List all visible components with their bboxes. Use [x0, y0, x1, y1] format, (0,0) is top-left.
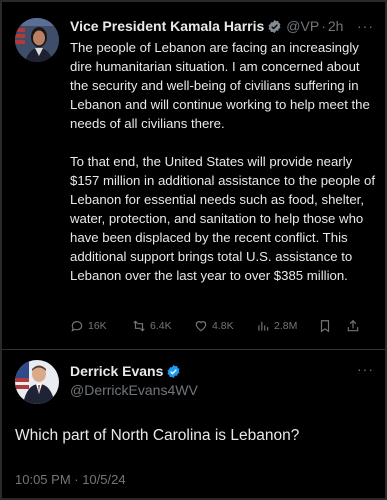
share-icon	[347, 319, 359, 332]
heart-icon	[195, 321, 207, 332]
tweet1-header: Vice President Kamala Harris @VP · 2h	[70, 18, 343, 34]
tweet2-header: Derrick Evans	[70, 363, 185, 379]
reply-button[interactable]: 16K	[70, 319, 132, 333]
tweet1-body: The people of Lebanon are facing an incr…	[70, 38, 376, 285]
derrick-avatar[interactable]	[15, 360, 59, 404]
tweet1-handle[interactable]: @VP	[286, 18, 319, 34]
bookmark-button[interactable]	[318, 319, 346, 333]
derrick-avatar-image	[15, 360, 59, 404]
views-icon	[258, 321, 269, 331]
reply-icon	[71, 321, 83, 332]
tweet2-timestamp[interactable]: 10:05 PM · 10/5/24	[15, 472, 126, 487]
verified-icon	[167, 364, 180, 378]
repost-button[interactable]: 6.4K	[132, 319, 194, 333]
tweet1-time[interactable]: 2h	[328, 18, 344, 34]
repost-count: 6.4K	[150, 320, 172, 332]
vp-avatar[interactable]	[15, 18, 59, 62]
screenshot-frame: Vice President Kamala Harris @VP · 2h ··…	[2, 2, 385, 498]
tweet1-author-name[interactable]: Vice President Kamala Harris	[70, 18, 264, 34]
tweet1-more-icon[interactable]: ···	[357, 18, 374, 34]
vp-avatar-image	[15, 18, 59, 62]
repost-icon	[133, 320, 145, 332]
like-count: 4.8K	[212, 320, 234, 332]
views-count: 2.8M	[274, 320, 298, 332]
tweet-divider	[2, 349, 385, 350]
bookmark-icon	[320, 320, 330, 333]
tweet2-handle[interactable]: @DerrickEvans4WV	[70, 382, 198, 398]
tweet2-body: Which part of North Carolina is Lebanon?	[15, 427, 300, 444]
tweet1-paragraph-2: To that end, the United States will prov…	[70, 154, 375, 283]
views-button[interactable]: 2.8M	[256, 319, 318, 333]
like-button[interactable]: 4.8K	[194, 319, 256, 333]
verified-icon	[268, 19, 281, 33]
share-button[interactable]	[346, 319, 364, 333]
reply-count: 16K	[88, 320, 107, 332]
tweet1-separator: ·	[321, 18, 326, 34]
tweet1-paragraph-1: The people of Lebanon are facing an incr…	[70, 40, 370, 131]
tweet1-actions: 16K 6.4K 4.8K 2.8M	[70, 319, 364, 333]
tweet2-more-icon[interactable]: ···	[357, 361, 374, 377]
tweet2-author-name[interactable]: Derrick Evans	[70, 363, 163, 379]
